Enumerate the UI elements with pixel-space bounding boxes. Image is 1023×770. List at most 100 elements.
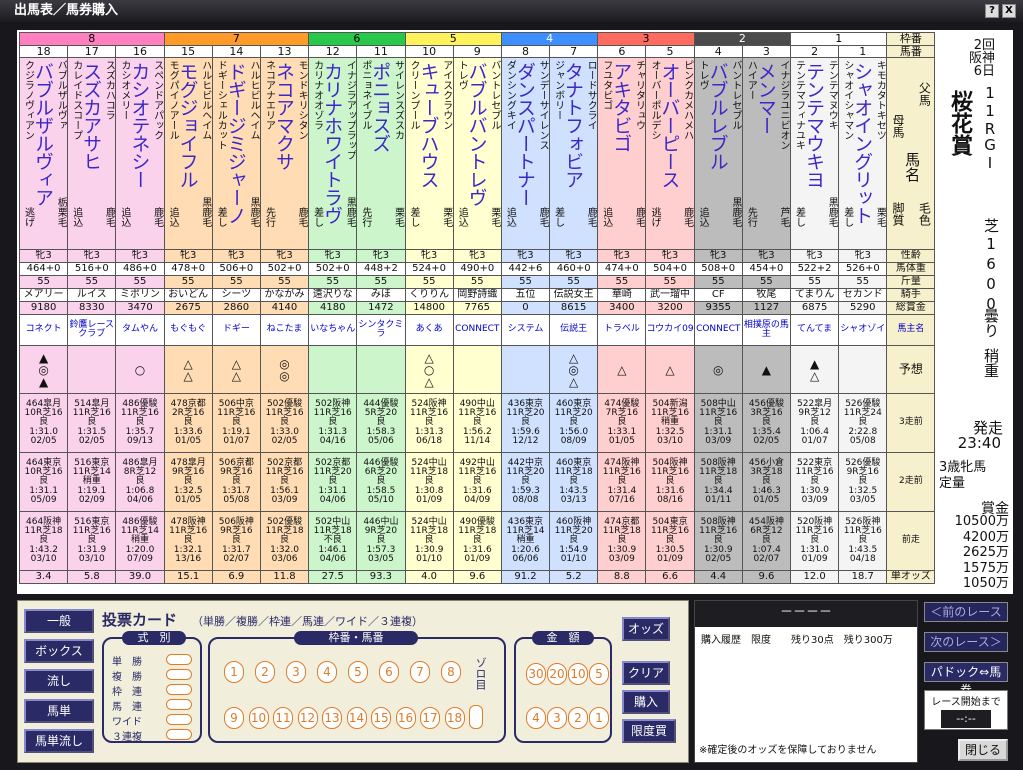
- number-toggle[interactable]: 11: [273, 707, 293, 729]
- number-toggle[interactable]: 1: [224, 661, 244, 683]
- prev-race-button[interactable]: ＜前のレース: [924, 602, 1008, 622]
- number-toggle[interactable]: 7: [410, 661, 430, 683]
- horse-number[interactable]: 14: [211, 44, 261, 59]
- number-toggle[interactable]: 12: [297, 707, 318, 729]
- horse-name-cell[interactable]: ハルヒビルヘイム モグパイノアール モグジョイフル 追込 黒鹿毛: [163, 57, 213, 251]
- bet-mode-button-1[interactable]: ボックス: [24, 639, 94, 663]
- number-toggle[interactable]: 9: [224, 707, 244, 729]
- close-button[interactable]: 閉じる: [958, 739, 1008, 761]
- horse-number[interactable]: 2: [789, 44, 840, 59]
- horse-name-cell[interactable]: チャリタリュウ フユタビゴ アキタビゴ 追込 鹿毛: [597, 57, 647, 251]
- number-toggle[interactable]: 5: [348, 661, 368, 683]
- win-odds[interactable]: 4.4: [693, 570, 743, 585]
- bet-type-toggle[interactable]: [166, 699, 192, 710]
- number-toggle[interactable]: 15: [371, 707, 391, 729]
- number-toggle[interactable]: 14: [346, 707, 367, 729]
- horse-number[interactable]: 1: [838, 44, 888, 59]
- horse-name-cell[interactable]: ハルヒビルヘイム ドギーシェルカット ドギージミジャーノ 差し 黒鹿毛: [211, 57, 261, 251]
- bet-mode-button-3[interactable]: 馬単: [24, 699, 94, 723]
- win-odds[interactable]: 93.3: [356, 570, 406, 585]
- amount-toggle[interactable]: 2: [568, 707, 588, 729]
- paddock-toggle-button[interactable]: パドック⇔馬券: [924, 662, 1008, 697]
- win-odds[interactable]: 6.9: [211, 570, 261, 585]
- horse-number[interactable]: 9: [452, 44, 502, 59]
- number-toggle[interactable]: 17: [420, 707, 440, 729]
- bet-mode-button-2[interactable]: 流し: [24, 669, 94, 693]
- horse-number[interactable]: 10: [404, 44, 454, 59]
- close-window-button[interactable]: X: [1002, 4, 1016, 18]
- win-odds[interactable]: 9.6: [452, 570, 502, 585]
- horse-number[interactable]: 15: [163, 44, 213, 59]
- amount-toggle[interactable]: 3: [547, 707, 567, 729]
- win-odds[interactable]: 5.2: [549, 570, 599, 585]
- win-odds[interactable]: 39.0: [115, 570, 165, 585]
- amount-toggle[interactable]: 1: [589, 707, 609, 729]
- amount-toggle[interactable]: 10: [568, 663, 588, 685]
- win-odds[interactable]: 3.4: [18, 570, 69, 585]
- horse-number[interactable]: 16: [115, 44, 165, 59]
- win-odds[interactable]: 11.8: [259, 570, 310, 585]
- horse-name-cell[interactable]: テンテマヌウキ テンテマフィナユキ テンテマウキヨ 差し 黒鹿毛: [789, 57, 840, 251]
- bet-type-toggle[interactable]: [166, 669, 192, 680]
- win-odds[interactable]: 12.0: [789, 570, 840, 585]
- horse-name-cell[interactable]: サンデーサイレンス ダンシングキイ ダンスパートナー 追込 鹿毛: [500, 57, 551, 251]
- win-odds[interactable]: 4.0: [404, 570, 454, 585]
- horse-number[interactable]: 8: [500, 44, 551, 59]
- number-toggle[interactable]: 8: [441, 661, 461, 683]
- number-toggle[interactable]: 4: [317, 661, 337, 683]
- horse-name-cell[interactable]: ピンクカメハメハ オーバーポルデシ オーバーピース 逃げ 鹿毛: [645, 57, 695, 251]
- bet-type-toggle[interactable]: [166, 654, 192, 665]
- horse-name-cell[interactable]: ロードサクライ ジャンボリー タナトフォビア 差し 鹿毛: [549, 57, 599, 251]
- horse-number[interactable]: 13: [259, 44, 310, 59]
- win-odds[interactable]: 27.5: [308, 570, 358, 585]
- horse-number[interactable]: 4: [693, 44, 743, 59]
- horse-name-cell[interactable]: スズカハコラ カレイドスコープ スズカアサヒ 追込 鹿毛: [67, 57, 117, 251]
- zoro-toggle[interactable]: [469, 705, 483, 729]
- horse-name-cell[interactable]: バントレセブル トレヴ バブルレブル 追込 黒鹿毛: [693, 57, 743, 251]
- bet-type-toggle[interactable]: [166, 729, 192, 740]
- horse-name-cell[interactable]: モンドキリシタン ネコアナエリア ネコアマクサ 先行 鹿毛: [259, 57, 310, 251]
- number-toggle[interactable]: 3: [286, 661, 306, 683]
- horse-name-cell[interactable]: イナジラユニビオン ハイアー メンマー 先行 芦毛: [741, 57, 792, 251]
- bet-type-toggle[interactable]: [166, 684, 192, 695]
- number-toggle[interactable]: 18: [444, 707, 465, 729]
- number-toggle[interactable]: 2: [255, 661, 275, 683]
- win-odds[interactable]: 18.7: [838, 570, 888, 585]
- amount-toggle[interactable]: 30: [526, 663, 546, 685]
- horse-name-cell[interactable]: バントレセブル トレヴ バブルバントレヴ 追込 栗毛: [452, 57, 502, 251]
- horse-number[interactable]: 5: [645, 44, 695, 59]
- horse-number[interactable]: 7: [549, 44, 599, 59]
- help-button[interactable]: ?: [985, 4, 999, 18]
- number-toggle[interactable]: 16: [395, 707, 416, 729]
- amount-toggle[interactable]: 4: [526, 707, 546, 729]
- bet-mode-button-4[interactable]: 馬単流し: [24, 729, 94, 753]
- horse-name-cell[interactable]: バブルザルヴァ クジラノヴィアン バブルザルヴィア 逃げ 栃栗毛: [18, 57, 69, 251]
- win-odds[interactable]: 91.2: [500, 570, 551, 585]
- horse-name-cell[interactable]: キモカタトキセツ シャオイシャマン シャオイングリット 差し 栗毛: [838, 57, 888, 251]
- horse-number[interactable]: 12: [308, 44, 358, 59]
- clear-button[interactable]: クリア: [622, 661, 670, 685]
- amount-toggle[interactable]: 20: [547, 663, 567, 685]
- bet-mode-button-0[interactable]: 一般: [24, 609, 94, 633]
- horse-number[interactable]: 6: [597, 44, 647, 59]
- win-odds[interactable]: 9.6: [741, 570, 792, 585]
- odds-button[interactable]: オッズ: [622, 617, 670, 641]
- horse-number[interactable]: 3: [741, 44, 792, 59]
- next-race-button[interactable]: 次のレース＞: [924, 632, 1008, 652]
- horse-name-cell[interactable]: イナジラアップラップ カリナオオゾラ カリナホワイトラヴ 差し 黒鹿毛: [308, 57, 358, 251]
- win-odds[interactable]: 8.8: [597, 570, 647, 585]
- limit-buy-button[interactable]: 限度買: [622, 719, 676, 743]
- win-odds[interactable]: 6.6: [645, 570, 695, 585]
- horse-name-cell[interactable]: サイレンスズスカ ポニョネイブル ポニョスズ 先行 栗毛: [356, 57, 406, 251]
- bet-type-toggle[interactable]: [166, 714, 192, 725]
- horse-number[interactable]: 17: [67, 44, 117, 59]
- horse-name-cell[interactable]: スペンドアパック カシオメリー カシオテネシー 追込 鹿毛: [115, 57, 165, 251]
- number-toggle[interactable]: 6: [379, 661, 399, 683]
- horse-name-cell[interactable]: アイスクラウン クリーンプール キューブハウス 差し 栗毛: [404, 57, 454, 251]
- horse-number[interactable]: 11: [356, 44, 406, 59]
- number-toggle[interactable]: 13: [322, 707, 342, 729]
- number-toggle[interactable]: 10: [248, 707, 269, 729]
- win-odds[interactable]: 5.8: [67, 570, 117, 585]
- win-odds[interactable]: 15.1: [163, 570, 213, 585]
- horse-number[interactable]: 18: [18, 44, 69, 59]
